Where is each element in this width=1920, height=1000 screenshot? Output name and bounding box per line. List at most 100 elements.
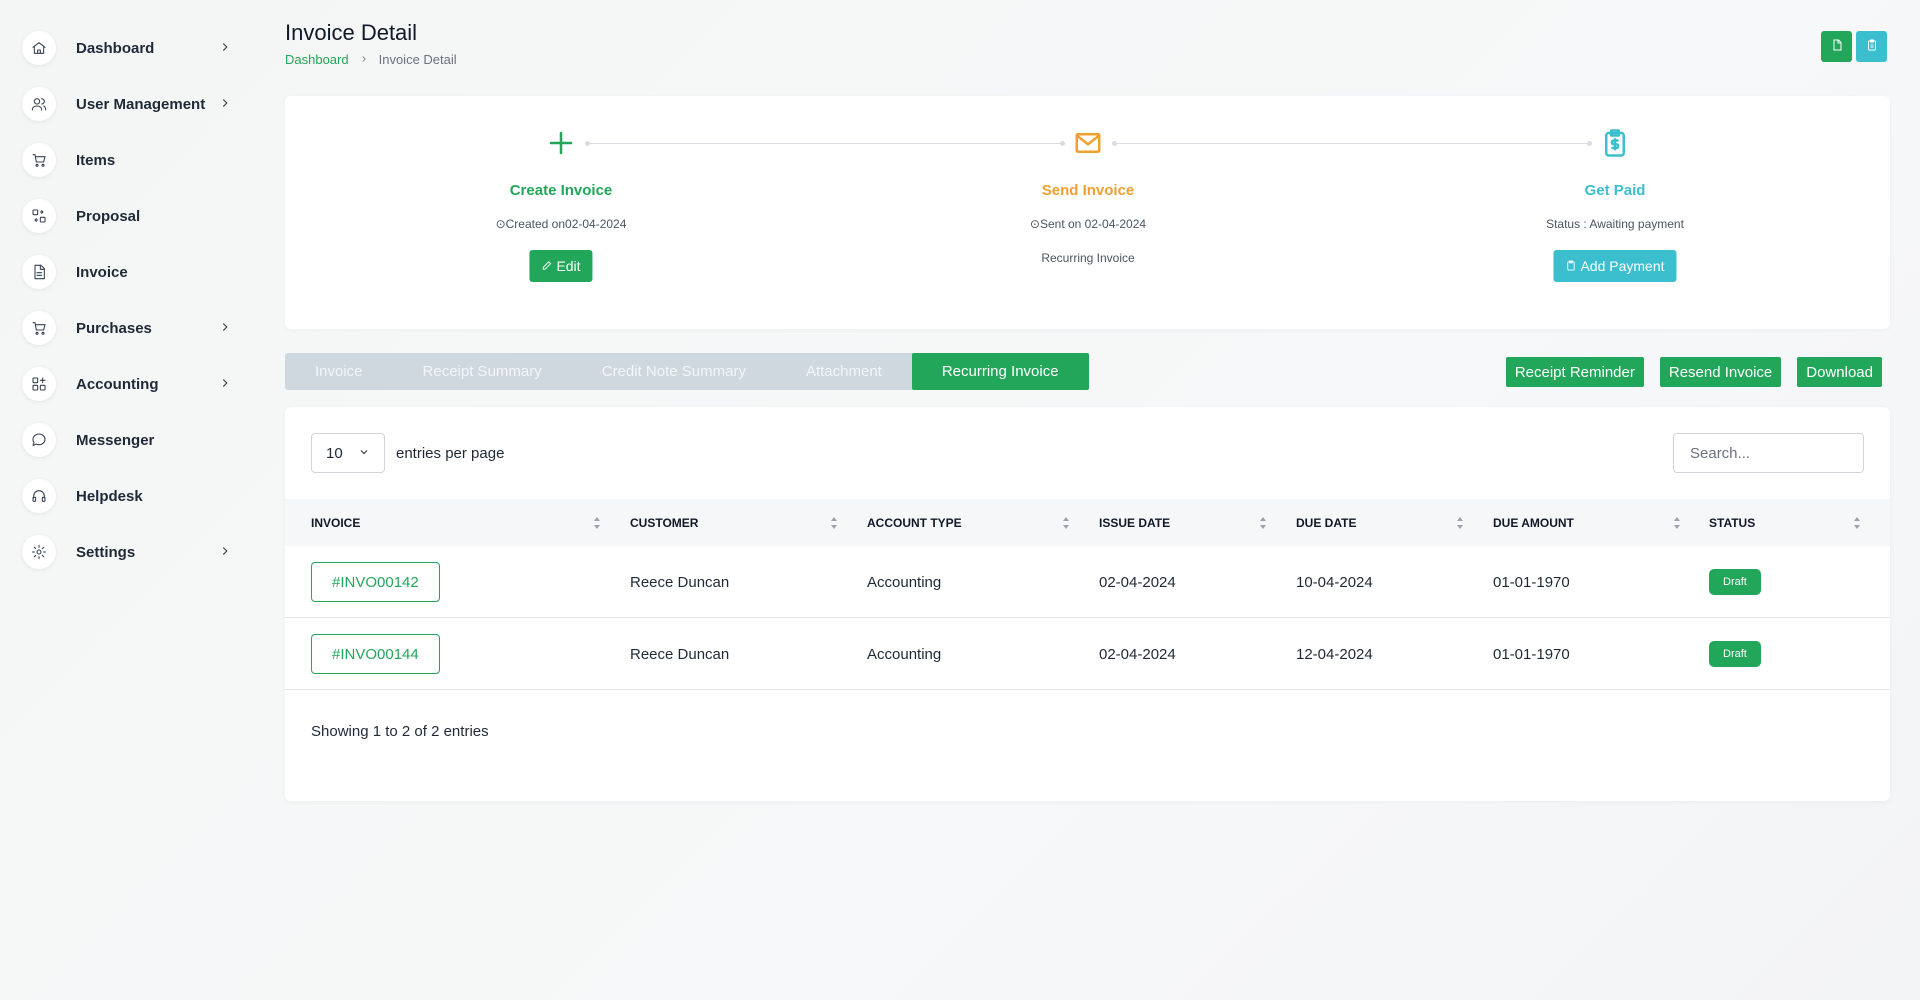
sort-icon[interactable] — [593, 516, 601, 530]
tab-credit-note-summary[interactable]: Credit Note Summary — [572, 353, 776, 390]
column-header-status[interactable]: STATUS — [1709, 499, 1755, 546]
sidebar-item-helpdesk[interactable]: Helpdesk — [22, 468, 242, 524]
clipboard-button[interactable] — [1856, 31, 1887, 62]
edit-button[interactable]: Edit — [529, 250, 593, 282]
progress-connector — [1112, 141, 1592, 146]
due-amount-cell: 01-01-1970 — [1493, 573, 1570, 591]
tab-recurring-invoice[interactable]: Recurring Invoice — [911, 353, 1089, 390]
customer-cell: Reece Duncan — [630, 645, 730, 663]
sidebar-item-label: User Management — [76, 95, 206, 113]
column-header-due-amount[interactable]: DUE AMOUNT — [1493, 499, 1574, 546]
breadcrumb-current: Invoice Detail — [378, 52, 457, 67]
entries-control: 10 entries per page — [311, 433, 504, 473]
invoice-link[interactable]: #INVO00144 — [311, 634, 440, 674]
header-actions — [1821, 31, 1887, 62]
sort-icon[interactable] — [830, 516, 838, 530]
sidebar-item-messenger[interactable]: Messenger — [22, 412, 242, 468]
sidebar-item-invoice[interactable]: Invoice — [22, 244, 242, 300]
status-badge: Draft — [1709, 569, 1761, 595]
add-payment-button[interactable]: Add Payment — [1553, 250, 1677, 282]
sidebar-item-settings[interactable]: Settings — [22, 524, 242, 580]
sent-date: Sent on 02-04-2024 — [1039, 217, 1147, 231]
step-title: Send Invoice — [1041, 182, 1135, 199]
add-payment-label: Add Payment — [1580, 258, 1665, 274]
download-button[interactable]: Download — [1797, 357, 1882, 387]
chevron-right-icon — [218, 376, 232, 390]
step-subtitle: ⊙Sent on 02-04-2024 — [958, 217, 1218, 231]
search-input[interactable] — [1673, 433, 1864, 473]
sidebar-item-label: Helpdesk — [76, 487, 143, 505]
column-header-invoice[interactable]: INVOICE — [311, 499, 360, 546]
column-header-issue-date[interactable]: ISSUE DATE — [1099, 499, 1170, 546]
users-icon — [22, 87, 56, 121]
table-header: INVOICE CUSTOMER ACCOUNT TYPE ISSUE DATE… — [285, 499, 1890, 546]
payment-status: Status : Awaiting payment — [1546, 217, 1684, 231]
edit-button-label: Edit — [556, 258, 581, 274]
cart-icon — [22, 143, 56, 177]
column-header-customer[interactable]: CUSTOMER — [630, 499, 698, 546]
recurring-invoice-table-card: 10 entries per page INVOICE CUSTOMER ACC… — [285, 407, 1890, 801]
cart-icon — [22, 311, 56, 345]
chevron-right-icon — [218, 40, 232, 54]
issue-date-cell: 02-04-2024 — [1099, 645, 1176, 663]
sidebar-item-user-management[interactable]: User Management — [22, 76, 242, 132]
sidebar-item-items[interactable]: Items — [22, 132, 242, 188]
chevron-right-icon — [218, 96, 232, 110]
due-amount-cell: 01-01-1970 — [1493, 645, 1570, 663]
sort-icon[interactable] — [1062, 516, 1070, 530]
step-title: Create Invoice — [509, 182, 613, 199]
column-header-due-date[interactable]: DUE DATE — [1296, 499, 1356, 546]
sidebar-item-label: Items — [76, 151, 116, 169]
table-info: Showing 1 to 2 of 2 entries — [311, 723, 489, 740]
clock-icon: ⊙ — [495, 217, 506, 231]
status-badge: Draft — [1709, 641, 1761, 667]
invoice-link[interactable]: #INVO00142 — [311, 562, 440, 602]
resend-invoice-button[interactable]: Resend Invoice — [1659, 357, 1782, 387]
entries-label: entries per page — [396, 444, 505, 462]
document-icon — [22, 255, 56, 289]
sidebar-item-accounting[interactable]: Accounting — [22, 356, 242, 412]
tab-invoice[interactable]: Invoice — [285, 353, 393, 390]
chevron-down-icon — [358, 445, 370, 462]
issue-date-cell: 02-04-2024 — [1099, 573, 1176, 591]
table-row: #INVO00142 Reece Duncan Accounting 02-04… — [285, 546, 1890, 618]
account-type-cell: Accounting — [867, 573, 942, 591]
tab-receipt-summary[interactable]: Receipt Summary — [393, 353, 572, 390]
clock-icon: ⊙ — [1029, 217, 1040, 231]
receipt-reminder-button[interactable]: Receipt Reminder — [1505, 357, 1644, 387]
invoice-tabs: Invoice Receipt Summary Credit Note Summ… — [285, 353, 1089, 390]
sort-icon[interactable] — [1853, 516, 1861, 530]
page-title: Invoice Detail — [285, 20, 418, 45]
clipboard-icon — [1565, 258, 1576, 274]
customer-cell: Reece Duncan — [630, 573, 730, 591]
due-date-cell: 12-04-2024 — [1296, 645, 1373, 663]
sort-icon[interactable] — [1259, 516, 1267, 530]
grid-icon — [22, 367, 56, 401]
step-title: Get Paid — [1584, 182, 1646, 199]
table-row: #INVO00144 Reece Duncan Accounting 02-04… — [285, 618, 1890, 690]
sidebar-item-label: Messenger — [76, 431, 155, 449]
sidebar-item-purchases[interactable]: Purchases — [22, 300, 242, 356]
file-button[interactable] — [1821, 31, 1852, 62]
sort-icon[interactable] — [1456, 516, 1464, 530]
account-type-cell: Accounting — [867, 645, 942, 663]
sort-icon[interactable] — [1673, 516, 1681, 530]
sidebar-item-proposal[interactable]: Proposal — [22, 188, 242, 244]
breadcrumb: Dashboard Invoice Detail — [285, 52, 457, 67]
tab-attachment[interactable]: Attachment — [776, 353, 912, 390]
proposal-icon — [22, 199, 56, 233]
sidebar-item-dashboard[interactable]: Dashboard — [22, 20, 242, 76]
invoice-progress-card: Create Invoice ⊙Created on02-04-2024 Edi… — [285, 96, 1890, 329]
sidebar-item-label: Purchases — [76, 319, 152, 337]
sidebar-item-label: Proposal — [76, 207, 141, 225]
home-icon — [22, 31, 56, 65]
mail-icon — [1073, 128, 1103, 158]
page-size-select[interactable]: 10 — [311, 433, 385, 473]
sidebar-item-label: Invoice — [76, 263, 128, 281]
sidebar: Dashboard User Management Items Proposal… — [22, 20, 242, 580]
file-icon — [1831, 38, 1843, 56]
chevron-right-icon — [218, 320, 232, 334]
column-header-account-type[interactable]: ACCOUNT TYPE — [867, 499, 962, 546]
sidebar-item-label: Dashboard — [76, 39, 155, 57]
breadcrumb-home-link[interactable]: Dashboard — [285, 52, 349, 67]
